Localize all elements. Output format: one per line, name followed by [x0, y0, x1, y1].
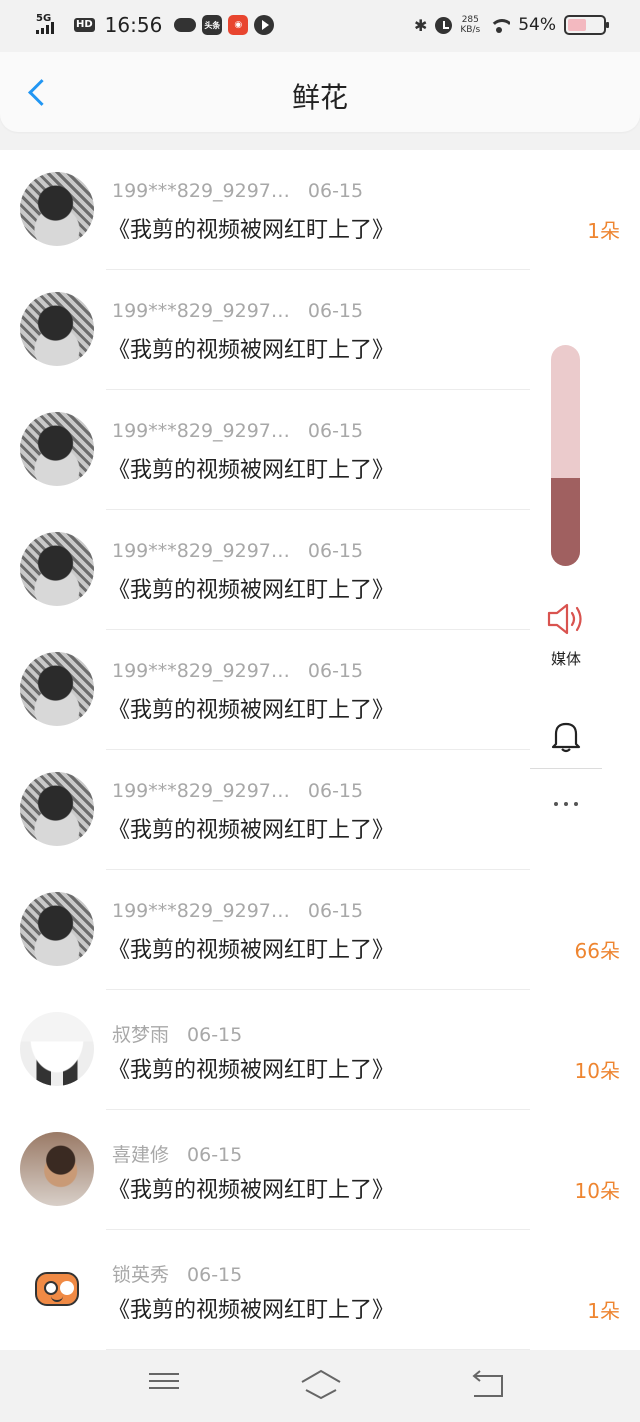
cloud-icon — [174, 18, 197, 32]
item-date: 06-15 — [187, 1144, 243, 1166]
menu-icon[interactable] — [144, 1368, 184, 1400]
user-name: 199***829_9297… — [112, 180, 290, 202]
list-item[interactable]: 喜建修 06-15 《我剪的视频被网红盯上了》 10朵 — [0, 1110, 640, 1230]
item-meta: 锁英秀 06-15 — [112, 1260, 242, 1287]
user-name: 199***829_9297… — [112, 420, 290, 442]
work-title[interactable]: 《我剪的视频被网红盯上了》 — [108, 1292, 394, 1324]
item-date: 06-15 — [187, 1264, 243, 1286]
work-title[interactable]: 《我剪的视频被网红盯上了》 — [108, 692, 394, 724]
item-date: 06-15 — [307, 420, 364, 442]
flower-count: 66朵 — [574, 939, 620, 963]
work-title[interactable]: 《我剪的视频被网红盯上了》 — [108, 212, 394, 244]
volume-panel: 媒体 — [530, 316, 602, 846]
user-name: 199***829_9297… — [112, 540, 290, 562]
avatar[interactable] — [20, 1012, 94, 1086]
item-date: 06-15 — [307, 660, 364, 682]
avatar[interactable] — [20, 172, 94, 246]
item-meta: 喜建修 06-15 — [112, 1140, 242, 1167]
work-title[interactable]: 《我剪的视频被网红盯上了》 — [108, 812, 394, 844]
work-title[interactable]: 《我剪的视频被网红盯上了》 — [108, 1172, 394, 1204]
avatar[interactable] — [20, 532, 94, 606]
item-date: 06-15 — [307, 300, 364, 322]
item-meta: 199***829_9297… 06-15 — [112, 780, 363, 802]
volume-slider[interactable] — [551, 345, 580, 566]
avatar[interactable] — [20, 412, 94, 486]
clock: 16:56 — [104, 13, 163, 37]
work-title[interactable]: 《我剪的视频被网红盯上了》 — [108, 932, 394, 964]
work-title[interactable]: 《我剪的视频被网红盯上了》 — [108, 572, 394, 604]
avatar[interactable] — [20, 292, 94, 366]
battery-icon — [564, 15, 609, 35]
flower-count: 1朵 — [587, 1299, 620, 1323]
item-meta: 199***829_9297… 06-15 — [112, 420, 363, 442]
item-meta: 199***829_9297… 06-15 — [112, 300, 363, 322]
avatar[interactable] — [20, 1132, 94, 1206]
volume-slider-fill — [551, 477, 580, 566]
user-name: 199***829_9297… — [112, 660, 290, 682]
bell-icon[interactable] — [550, 718, 582, 754]
list-item[interactable]: 叔梦雨 06-15 《我剪的视频被网红盯上了》 10朵 — [0, 990, 640, 1110]
net-speed-value: 285 — [461, 15, 479, 25]
volume-divider — [530, 768, 602, 769]
item-date: 06-15 — [307, 900, 364, 922]
back-icon[interactable] — [468, 1368, 508, 1400]
work-title[interactable]: 《我剪的视频被网红盯上了》 — [108, 1052, 394, 1084]
avatar[interactable] — [20, 892, 94, 966]
flower-count: 10朵 — [574, 1059, 620, 1083]
status-right: ✱ 285 KB/s 54% — [413, 12, 609, 38]
cartoon-face — [35, 1272, 79, 1306]
cellular-signal-icon: 5G — [34, 13, 68, 36]
battery-fill — [568, 19, 587, 31]
flower-count: 10朵 — [574, 1179, 620, 1203]
bluetooth-icon: ✱ — [413, 15, 428, 35]
more-icon[interactable] — [546, 794, 586, 814]
item-meta: 199***829_9297… 06-15 — [112, 540, 363, 562]
status-bar: 5G HD 16:56 头条 ◉ ✱ 285 KB/s 54% — [0, 0, 640, 52]
item-meta: 199***829_9297… 06-15 — [112, 180, 363, 202]
speaker-icon[interactable] — [546, 601, 586, 637]
avatar[interactable] — [20, 652, 94, 726]
volume-label: 媒体 — [550, 650, 581, 668]
net-speed: 285 KB/s — [460, 15, 480, 35]
toutiao-icon: 头条 — [202, 15, 223, 35]
play-icon — [254, 15, 275, 35]
hd-badge: HD — [74, 18, 95, 32]
red-app-icon: ◉ — [228, 15, 249, 35]
battery-percent: 54% — [518, 15, 556, 35]
item-meta: 叔梦雨 06-15 — [112, 1020, 242, 1047]
user-name: 喜建修 — [112, 1144, 170, 1166]
item-date: 06-15 — [187, 1024, 243, 1046]
item-date: 06-15 — [307, 780, 364, 802]
item-date: 06-15 — [307, 180, 364, 202]
work-title[interactable]: 《我剪的视频被网红盯上了》 — [108, 452, 394, 484]
user-name: 199***829_9297… — [112, 300, 290, 322]
work-title[interactable]: 《我剪的视频被网红盯上了》 — [108, 332, 394, 364]
home-icon[interactable] — [300, 1368, 342, 1400]
page-header: 鲜花 — [0, 52, 640, 132]
user-name: 锁英秀 — [112, 1264, 170, 1286]
user-name: 叔梦雨 — [112, 1024, 170, 1046]
wifi-icon — [488, 17, 511, 33]
user-name: 199***829_9297… — [112, 900, 290, 922]
list-item[interactable]: 199***829_9297… 06-15 《我剪的视频被网红盯上了》 1朵 — [0, 150, 640, 270]
item-meta: 199***829_9297… 06-15 — [112, 660, 363, 682]
page-title: 鲜花 — [291, 81, 348, 114]
item-date: 06-15 — [307, 540, 364, 562]
status-left: 5G HD 16:56 头条 ◉ — [34, 12, 275, 38]
avatar[interactable] — [20, 772, 94, 846]
list-item[interactable]: 锁英秀 06-15 《我剪的视频被网红盯上了》 1朵 — [0, 1230, 640, 1350]
system-nav-bar — [0, 1350, 640, 1422]
alarm-icon — [435, 16, 453, 34]
net-speed-unit: KB/s — [460, 25, 481, 35]
list-item[interactable]: 199***829_9297… 06-15 《我剪的视频被网红盯上了》 66朵 — [0, 870, 640, 990]
item-meta: 199***829_9297… 06-15 — [112, 900, 363, 922]
flower-count: 1朵 — [587, 219, 620, 243]
avatar[interactable] — [20, 1252, 94, 1326]
user-name: 199***829_9297… — [112, 780, 290, 802]
